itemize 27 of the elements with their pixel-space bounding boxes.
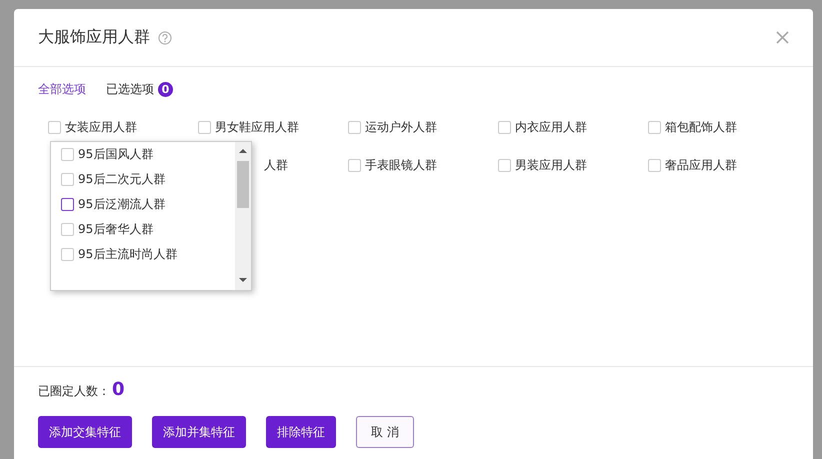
option-label: 奢品应用人群: [665, 156, 737, 174]
count-value: 0: [112, 379, 125, 400]
help-icon[interactable]: [158, 30, 172, 44]
option-label: 女装应用人群: [65, 118, 137, 136]
checkbox[interactable]: [61, 198, 74, 210]
option-label: 人群: [264, 156, 288, 174]
action-button[interactable]: 排除特征: [266, 416, 336, 448]
tab[interactable]: 全部选项: [38, 81, 86, 98]
action-button[interactable]: 添加交集特征: [38, 416, 132, 448]
tab[interactable]: 已选选项 0: [106, 81, 173, 98]
count-badge: 0: [158, 82, 173, 97]
list-item[interactable]: 95后奢华人群: [78, 220, 154, 238]
cancel-button[interactable]: 取 消: [356, 416, 414, 448]
list-item[interactable]: 95后国风人群: [78, 146, 154, 162]
list-item[interactable]: 95后泛潮流人群: [78, 196, 166, 212]
count-label: 已圈定人数：: [38, 383, 110, 400]
option-label: 手表眼镜人群: [365, 156, 437, 174]
option-label: 运动户外人群: [365, 118, 437, 136]
close-icon[interactable]: [776, 31, 789, 44]
option-label: 男女鞋应用人群: [215, 118, 299, 136]
list-item[interactable]: 95后二次元人群: [78, 170, 166, 188]
option-label: 箱包配饰人群: [665, 118, 737, 136]
list-item[interactable]: 95后主流时尚人群: [78, 246, 178, 262]
option-label: 男装应用人群: [515, 156, 587, 174]
dialog-title: 大服饰应用人群: [38, 27, 150, 48]
action-button[interactable]: 添加并集特征: [152, 416, 246, 448]
option-label: 内衣应用人群: [515, 118, 587, 136]
